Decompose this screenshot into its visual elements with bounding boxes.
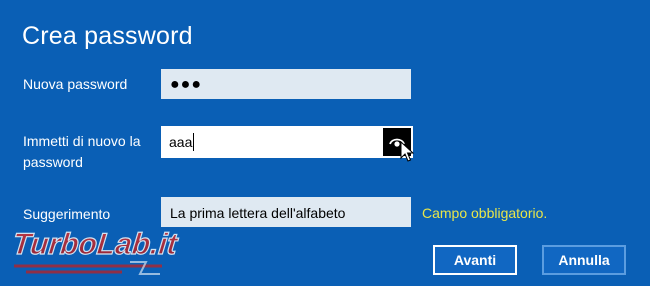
confirm-password-field[interactable]: aaa: [161, 126, 413, 158]
text-caret: [193, 133, 195, 152]
confirm-password-label-line2: password: [23, 154, 83, 170]
required-field-message: Campo obbligatorio.: [422, 205, 548, 221]
svg-text:TurboLab.it: TurboLab.it: [12, 228, 181, 261]
dialog-title: Crea password: [22, 22, 193, 50]
new-password-label: Nuova password: [23, 76, 128, 92]
cancel-button[interactable]: Annulla: [542, 245, 626, 275]
turbolab-watermark-logo: TurboLab.it: [12, 227, 181, 275]
mouse-pointer-icon: [400, 140, 415, 168]
new-password-value: ●●●: [170, 76, 202, 93]
hint-value: La prima lettera dell'alfabeto: [170, 205, 346, 221]
new-password-field[interactable]: ●●●: [161, 69, 411, 99]
confirm-password-label-line1: Immetti di nuovo la: [23, 133, 141, 149]
confirm-password-value: aaa: [169, 134, 193, 150]
next-button[interactable]: Avanti: [433, 245, 517, 275]
